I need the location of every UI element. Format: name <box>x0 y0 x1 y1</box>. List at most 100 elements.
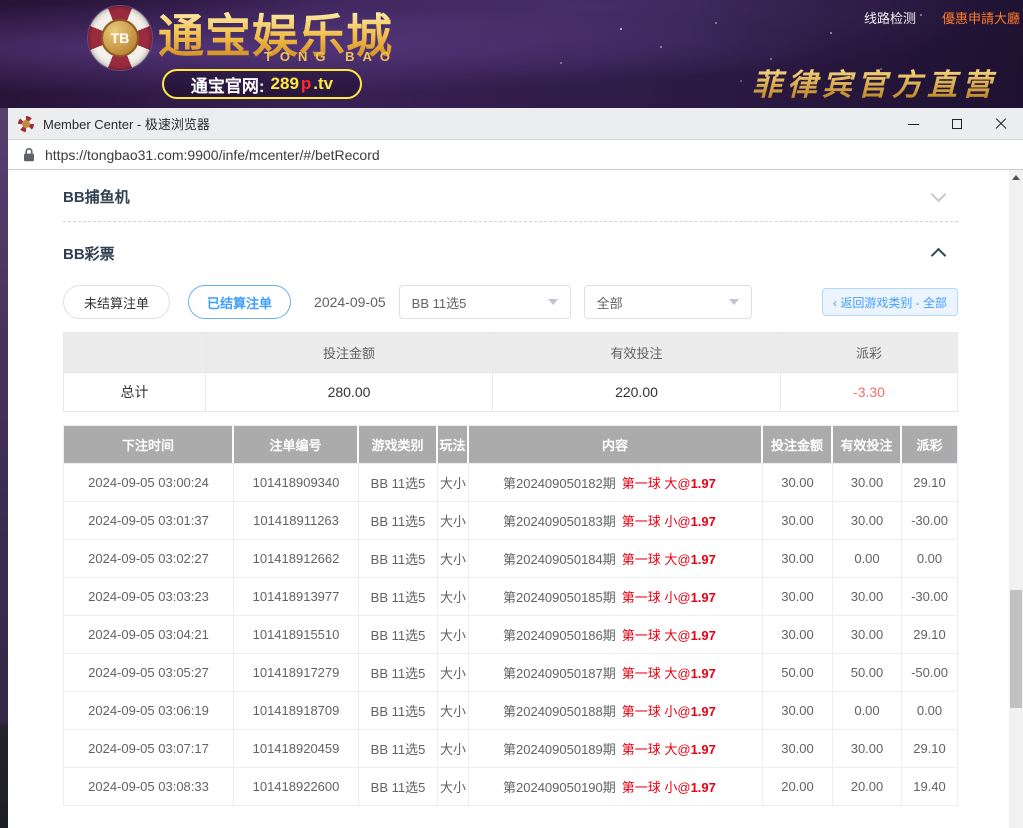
window-titlebar: Member Center - 极速浏览器 <box>8 108 1023 140</box>
cell-game-type: BB 11选5 <box>359 464 438 501</box>
cell-content: 第202409050183期第一球 小@1.97 <box>469 502 763 539</box>
bet-odds: 1.97 <box>691 552 716 567</box>
vertical-scrollbar[interactable] <box>1009 170 1023 828</box>
unsettled-bets-button[interactable]: 未结算注单 <box>63 285 170 319</box>
cell-bet-id: 101418922600 <box>234 768 359 805</box>
line-check-link[interactable]: 线路检测 <box>864 8 916 27</box>
cell-payout: 0.00 <box>902 692 957 729</box>
caret-down-icon <box>729 299 739 305</box>
cell-game-type: BB 11选5 <box>359 578 438 615</box>
summary-header-payout: 派彩 <box>781 333 957 372</box>
cell-bet-amount: 20.00 <box>763 768 833 805</box>
scrollbar-thumb[interactable] <box>1010 590 1022 708</box>
page-background-strip <box>0 108 8 828</box>
cell-play-type: 大小 <box>438 692 469 729</box>
table-row: 2024-09-05 03:04:21101418915510BB 11选5大小… <box>64 615 957 653</box>
cell-bet-amount: 30.00 <box>763 692 833 729</box>
poker-chip-logo: TB <box>88 6 152 70</box>
summary-total-row: 总计 280.00 220.00 -3.30 <box>64 372 957 411</box>
chevron-up-icon[interactable] <box>931 248 947 264</box>
scope-select[interactable]: 全部 <box>584 285 752 319</box>
scroll-up-arrow-icon[interactable] <box>1012 175 1020 180</box>
cell-bet-time: 2024-09-05 03:06:19 <box>64 692 234 729</box>
cell-game-type: BB 11选5 <box>359 654 438 691</box>
cell-content: 第202409050189期第一球 大@1.97 <box>469 730 763 767</box>
promo-apply-link[interactable]: 優惠申請大廳 <box>942 8 1020 27</box>
chevron-down-icon[interactable] <box>931 186 947 202</box>
minimize-icon <box>908 124 919 125</box>
bet-period: 第202409050185期 <box>503 587 616 606</box>
summary-valid-value: 220.00 <box>493 373 781 411</box>
cell-payout: 19.40 <box>902 768 957 805</box>
cell-bet-time: 2024-09-05 03:04:21 <box>64 616 234 653</box>
summary-total-label: 总计 <box>64 373 206 411</box>
bet-pick: 第一球 大@1.97 <box>622 625 716 644</box>
cell-bet-id: 101418918709 <box>234 692 359 729</box>
game-select[interactable]: BB 11选5 <box>399 285 571 319</box>
cell-bet-id: 101418917279 <box>234 654 359 691</box>
table-row: 2024-09-05 03:05:27101418917279BB 11选5大小… <box>64 653 957 691</box>
cell-payout: -30.00 <box>902 578 957 615</box>
table-row: 2024-09-05 03:06:19101418918709BB 11选5大小… <box>64 691 957 729</box>
bet-pick: 第一球 小@1.97 <box>622 777 716 796</box>
table-row: 2024-09-05 03:00:24101418909340BB 11选5大小… <box>64 463 957 501</box>
cell-bet-time: 2024-09-05 03:03:23 <box>64 578 234 615</box>
minimize-button[interactable] <box>891 108 935 140</box>
browser-window: Member Center - 极速浏览器 https://tongbao31.… <box>8 108 1023 828</box>
summary-bet-value: 280.00 <box>206 373 493 411</box>
cell-valid-bet: 0.00 <box>833 540 902 577</box>
bet-period: 第202409050187期 <box>503 663 616 682</box>
window-controls <box>891 108 1023 140</box>
cell-game-type: BB 11选5 <box>359 616 438 653</box>
cell-play-type: 大小 <box>438 540 469 577</box>
section-lottery[interactable]: BB彩票 <box>63 236 958 270</box>
content-inner: BB捕鱼机 BB彩票 未结算注单 已结算注单 2024-09-05 BB 11选… <box>63 170 958 806</box>
cell-game-type: BB 11选5 <box>359 692 438 729</box>
cell-content: 第202409050185期第一球 小@1.97 <box>469 578 763 615</box>
bet-record-table: 下注时间 注单编号 游戏类别 玩法 内容 投注金额 有效投注 派彩 2024-0… <box>63 425 958 806</box>
cell-bet-amount: 30.00 <box>763 502 833 539</box>
table-row: 2024-09-05 03:07:17101418920459BB 11选5大小… <box>64 729 957 767</box>
url-bar[interactable]: https://tongbao31.com:9900/infe/mcenter/… <box>8 140 1023 170</box>
back-to-game-category-button[interactable]: ‹ 返回游戏类别 - 全部 <box>822 288 958 316</box>
official-site-p: p <box>301 74 311 94</box>
section-fishing[interactable]: BB捕鱼机 <box>63 170 958 222</box>
maximize-icon <box>952 119 962 129</box>
bet-odds: 1.97 <box>691 666 716 681</box>
cell-bet-time: 2024-09-05 03:01:37 <box>64 502 234 539</box>
official-slogan: 菲律宾官方直营 <box>752 60 997 104</box>
bet-odds: 1.97 <box>691 628 716 643</box>
banner-links: 线路检测 優惠申請大廳 <box>864 8 1020 27</box>
cell-content: 第202409050187期第一球 大@1.97 <box>469 654 763 691</box>
bet-period: 第202409050190期 <box>503 777 616 796</box>
url-text[interactable]: https://tongbao31.com:9900/infe/mcenter/… <box>45 147 380 163</box>
cell-bet-amount: 50.00 <box>763 654 833 691</box>
date-value[interactable]: 2024-09-05 <box>314 294 386 310</box>
cell-valid-bet: 30.00 <box>833 730 902 767</box>
bet-odds: 1.97 <box>691 590 716 605</box>
settled-bets-button[interactable]: 已结算注单 <box>188 285 291 319</box>
close-button[interactable] <box>979 108 1023 140</box>
bet-table-header: 下注时间 注单编号 游戏类别 玩法 内容 投注金额 有效投注 派彩 <box>64 426 957 463</box>
bet-pick: 第一球 小@1.97 <box>622 587 716 606</box>
header-content: 内容 <box>469 426 763 463</box>
brand-block: 通宝娱乐城 TONG BAO <box>158 0 398 66</box>
summary-header-bet: 投注金额 <box>206 333 493 372</box>
maximize-button[interactable] <box>935 108 979 140</box>
bet-period: 第202409050188期 <box>503 701 616 720</box>
cell-payout: 29.10 <box>902 464 957 501</box>
header-play-type: 玩法 <box>438 426 469 463</box>
cell-bet-id: 101418915510 <box>234 616 359 653</box>
bet-period: 第202409050183期 <box>503 511 616 530</box>
bet-pick: 第一球 大@1.97 <box>622 549 716 568</box>
cell-game-type: BB 11选5 <box>359 540 438 577</box>
table-row: 2024-09-05 03:03:23101418913977BB 11选5大小… <box>64 577 957 615</box>
cell-valid-bet: 30.00 <box>833 578 902 615</box>
table-row: 2024-09-05 03:01:37101418911263BB 11选5大小… <box>64 501 957 539</box>
cell-bet-id: 101418912662 <box>234 540 359 577</box>
official-site-tv: .tv <box>313 74 333 94</box>
cell-payout: -30.00 <box>902 502 957 539</box>
summary-payout-value: -3.30 <box>781 373 957 411</box>
cell-bet-id: 101418911263 <box>234 502 359 539</box>
bet-pick: 第一球 大@1.97 <box>622 739 716 758</box>
